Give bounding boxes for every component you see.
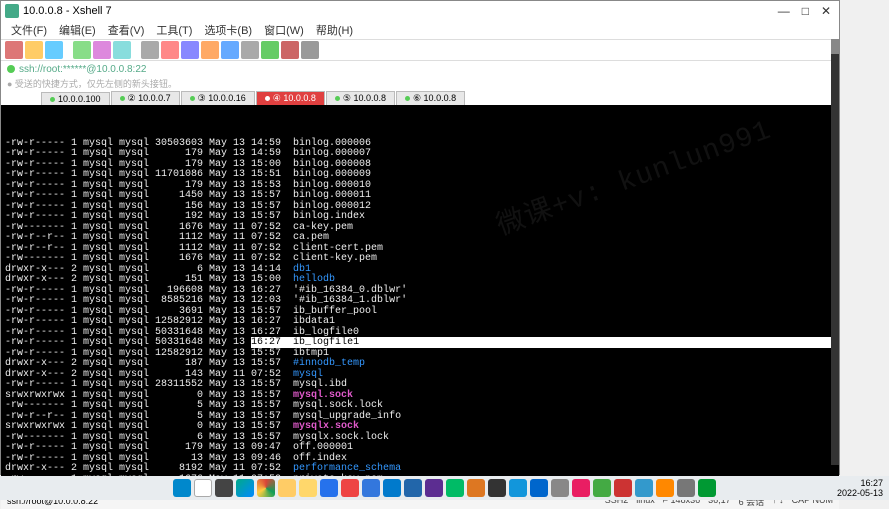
edge-icon[interactable]: [236, 479, 254, 497]
maximize-button[interactable]: □: [802, 4, 809, 18]
session-tab[interactable]: ② 10.0.0.7: [111, 91, 180, 105]
listing-row: -rw-r----- 1 mysql mysql 50331648 May 13…: [5, 338, 835, 349]
listing-row: -rw-r----- 1 mysql mysql 1450 May 13 15:…: [5, 191, 835, 202]
tool5-icon[interactable]: [281, 41, 299, 59]
app11-icon[interactable]: [572, 479, 590, 497]
app3-icon[interactable]: [404, 479, 422, 497]
app1-icon[interactable]: [341, 479, 359, 497]
vscode-icon[interactable]: [383, 479, 401, 497]
menu-item[interactable]: 编辑(E): [55, 21, 100, 39]
app5-icon[interactable]: [446, 479, 464, 497]
listing-row: -rw-r----- 1 mysql mysql 179 May 13 14:5…: [5, 149, 835, 160]
app-icon: [5, 4, 19, 18]
connect-status-icon: [7, 65, 15, 73]
menu-item[interactable]: 文件(F): [7, 21, 51, 39]
find-icon[interactable]: [113, 41, 131, 59]
close-button[interactable]: ✕: [821, 4, 831, 18]
minimize-button[interactable]: —: [778, 4, 790, 18]
menu-bar: 文件(F)编辑(E)查看(V)工具(T)选项卡(B)窗口(W)帮助(H): [1, 21, 839, 39]
listing-row: -rw------- 1 mysql mysql 5 May 13 15:57 …: [5, 401, 835, 412]
app6-icon[interactable]: [467, 479, 485, 497]
listing-row: -rw------- 1 mysql mysql 1676 May 11 07:…: [5, 254, 835, 265]
app8-icon[interactable]: [509, 479, 527, 497]
session-tab[interactable]: ⑥ 10.0.0.8: [396, 91, 465, 105]
app10-icon[interactable]: [551, 479, 569, 497]
system-clock[interactable]: 16:27 2022-05-13: [837, 478, 883, 498]
app9-icon[interactable]: [530, 479, 548, 497]
start-icon[interactable]: [173, 479, 191, 497]
new-session-icon[interactable]: [5, 41, 23, 59]
listing-row: -rw-r----- 1 mysql mysql 11701086 May 13…: [5, 170, 835, 181]
windows-taskbar: 16:27 2022-05-13: [0, 476, 889, 500]
listing-row: -rw-r----- 1 mysql mysql 8585216 May 13 …: [5, 296, 835, 307]
hint-note: ● 受送的快捷方式，仅先左侧的新头接钮。: [1, 77, 839, 89]
app16-icon[interactable]: [677, 479, 695, 497]
paste-icon[interactable]: [93, 41, 111, 59]
xshell-window: 10.0.0.8 - Xshell 7 — □ ✕ 文件(F)编辑(E)查看(V…: [0, 0, 840, 475]
taskview-icon[interactable]: [215, 479, 233, 497]
app7-icon[interactable]: [488, 479, 506, 497]
reconnect-icon[interactable]: [141, 41, 159, 59]
menu-item[interactable]: 选项卡(B): [200, 21, 256, 39]
save-icon[interactable]: [45, 41, 63, 59]
title-bar: 10.0.0.8 - Xshell 7 — □ ✕: [1, 1, 839, 21]
listing-row: -rw-r----- 1 mysql mysql 179 May 13 09:4…: [5, 443, 835, 454]
folder-icon[interactable]: [299, 479, 317, 497]
address-bar[interactable]: ssh://root:******@10.0.0.8:22: [1, 61, 839, 77]
app14-icon[interactable]: [635, 479, 653, 497]
listing-row: -rw-r----- 1 mysql mysql 28311552 May 13…: [5, 380, 835, 391]
store-icon[interactable]: [320, 479, 338, 497]
tool3-icon[interactable]: [241, 41, 259, 59]
app12-icon[interactable]: [593, 479, 611, 497]
tool4-icon[interactable]: [261, 41, 279, 59]
app2-icon[interactable]: [362, 479, 380, 497]
terminal-scrollbar[interactable]: [831, 39, 839, 465]
menu-item[interactable]: 查看(V): [104, 21, 149, 39]
terminal[interactable]: 微课+v: kunlun991 -rw-r----- 1 mysql mysql…: [1, 105, 839, 493]
session-tab[interactable]: ③ 10.0.0.16: [181, 91, 255, 105]
search-icon[interactable]: [194, 479, 212, 497]
disconnect-icon[interactable]: [161, 41, 179, 59]
session-tab[interactable]: ⑤ 10.0.0.8: [326, 91, 395, 105]
listing-row: drwxr-x--- 2 mysql mysql 151 May 13 15:0…: [5, 275, 835, 286]
listing-row: -rw-r----- 1 mysql mysql 12582912 May 13…: [5, 317, 835, 328]
listing-row: srwxrwxrwx 1 mysql mysql 0 May 13 15:57 …: [5, 422, 835, 433]
chrome-icon[interactable]: [257, 479, 275, 497]
listing-row: drwxr-x--- 2 mysql mysql 187 May 13 15:5…: [5, 359, 835, 370]
listing-row: -rw-r----- 1 mysql mysql 192 May 13 15:5…: [5, 212, 835, 223]
toolbar: [1, 39, 839, 61]
tool-icon[interactable]: [201, 41, 219, 59]
tool2-icon[interactable]: [221, 41, 239, 59]
address-text: ssh://root:******@10.0.0.8:22: [19, 64, 146, 75]
session-tabs: 10.0.0.100② 10.0.0.7③ 10.0.0.16④ 10.0.0.…: [1, 89, 839, 105]
listing-row: -rw-r--r-- 1 mysql mysql 1112 May 11 07:…: [5, 233, 835, 244]
app13-icon[interactable]: [614, 479, 632, 497]
menu-item[interactable]: 帮助(H): [312, 21, 357, 39]
open-icon[interactable]: [25, 41, 43, 59]
listing-row: drwxr-x--- 2 mysql mysql 8192 May 11 07:…: [5, 464, 835, 475]
menu-item[interactable]: 工具(T): [152, 21, 196, 39]
session-tab[interactable]: ④ 10.0.0.8: [256, 91, 325, 105]
app17-icon[interactable]: [698, 479, 716, 497]
menu-item[interactable]: 窗口(W): [260, 21, 308, 39]
tool6-icon[interactable]: [301, 41, 319, 59]
copy-icon[interactable]: [73, 41, 91, 59]
window-title: 10.0.0.8 - Xshell 7: [23, 5, 778, 17]
files-icon[interactable]: [278, 479, 296, 497]
app4-icon[interactable]: [425, 479, 443, 497]
app15-icon[interactable]: [656, 479, 674, 497]
properties-icon[interactable]: [181, 41, 199, 59]
session-tab[interactable]: 10.0.0.100: [41, 92, 110, 105]
